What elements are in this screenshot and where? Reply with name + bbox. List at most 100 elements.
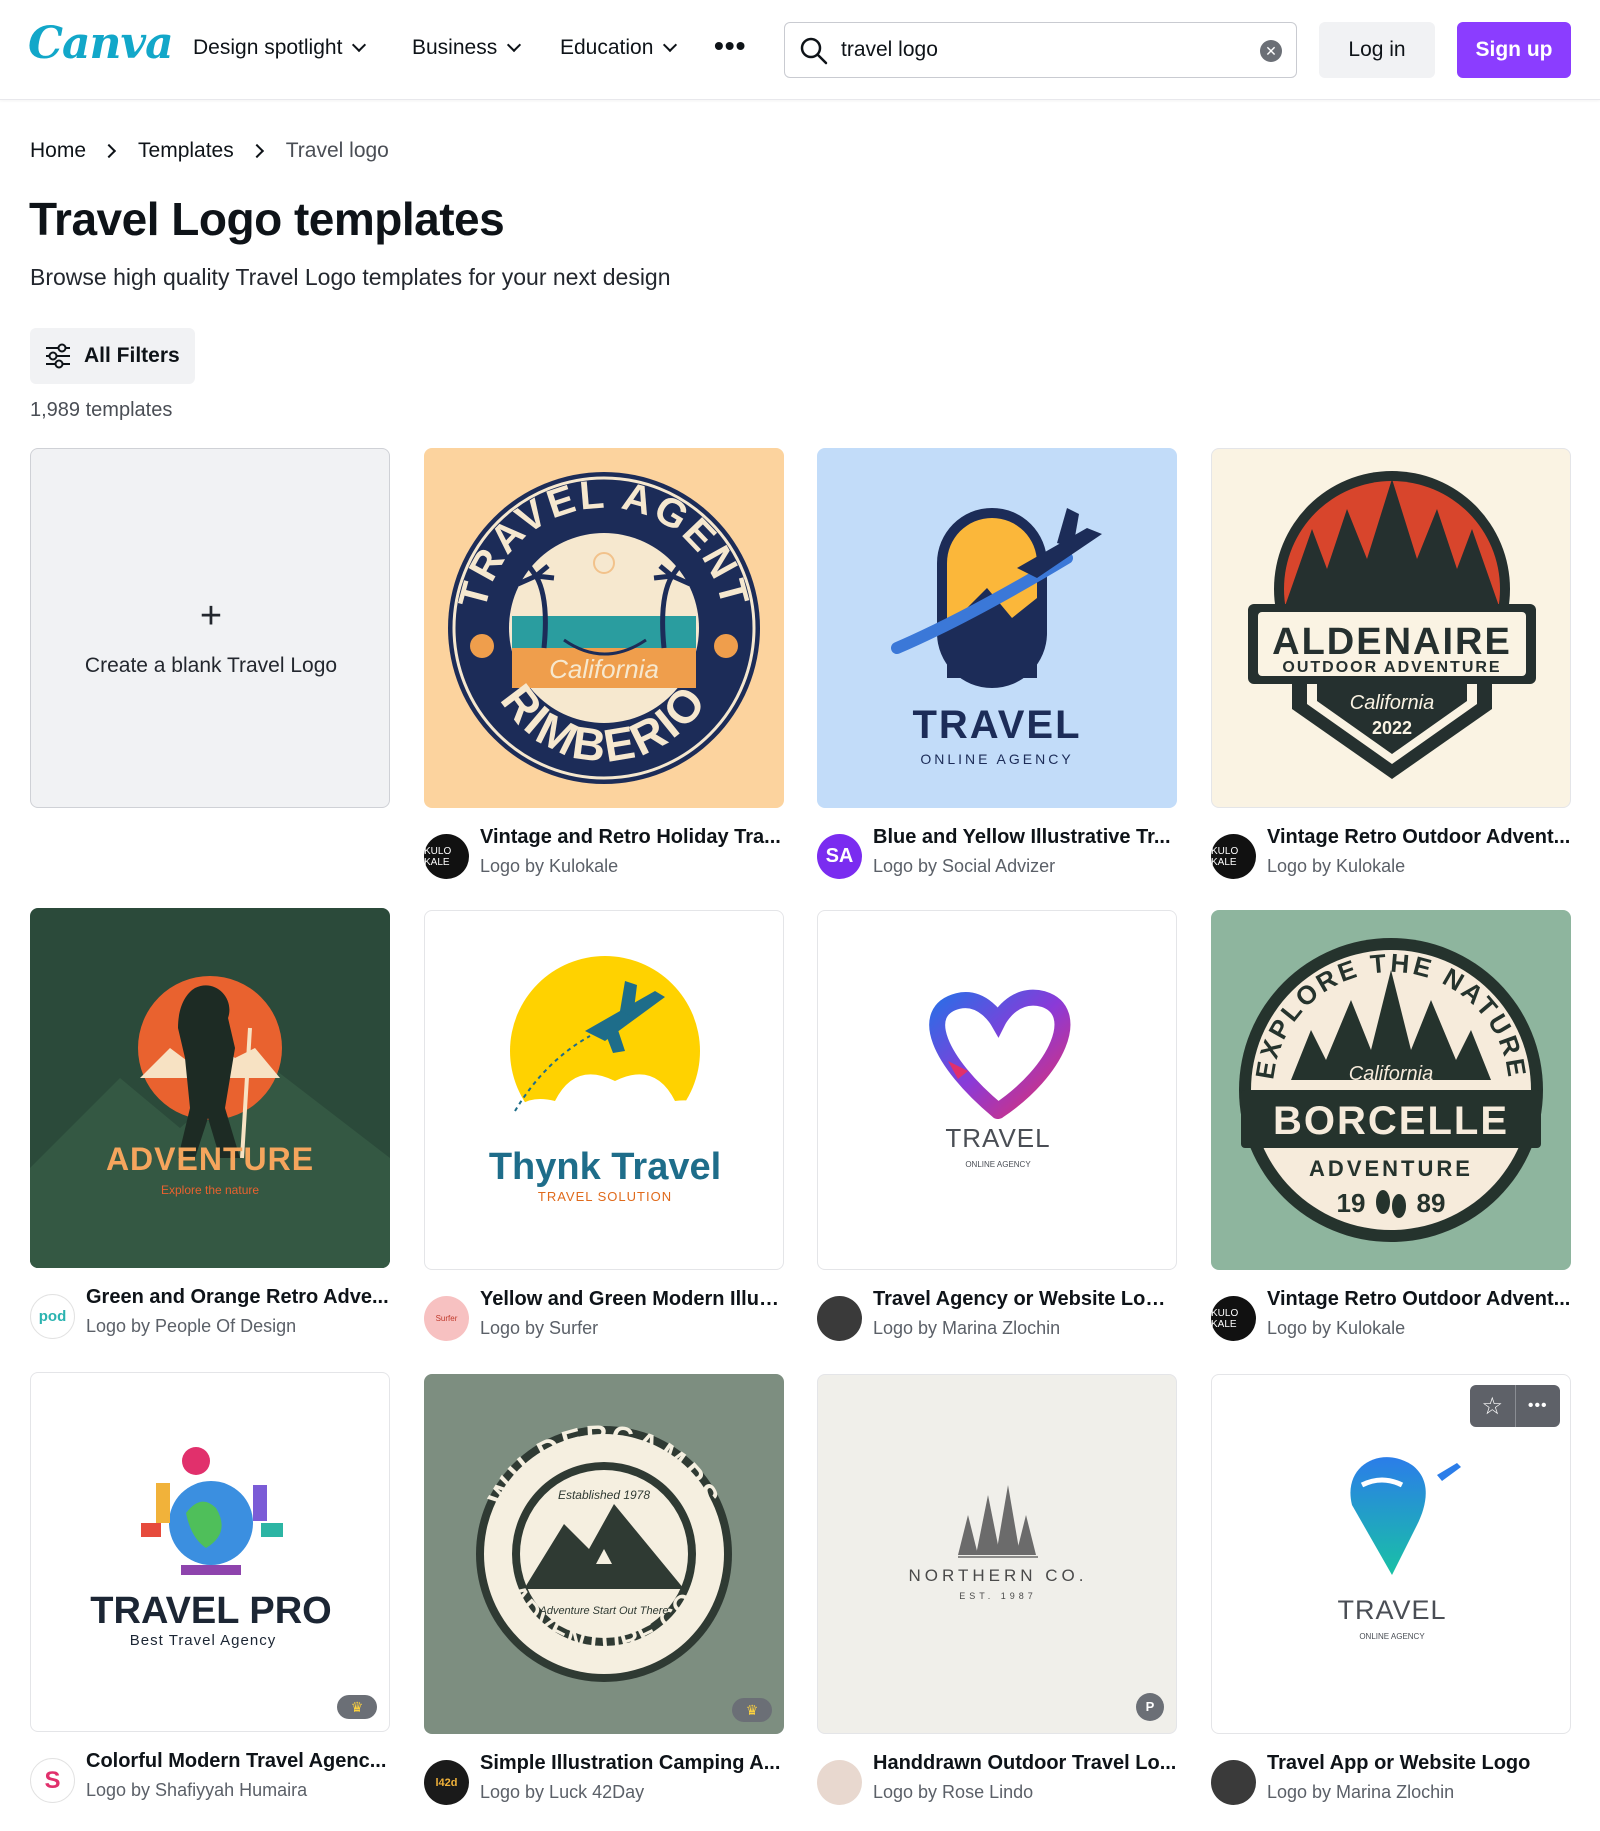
- logo-sub-text: ONLINE AGENCY: [1359, 1632, 1425, 1641]
- signup-button[interactable]: Sign up: [1457, 22, 1571, 78]
- template-title[interactable]: Vintage Retro Outdoor Advent...: [1267, 826, 1571, 849]
- author-avatar[interactable]: KULO KALE: [1211, 1296, 1256, 1341]
- paid-badge-icon: P: [1136, 1693, 1164, 1721]
- author-avatar[interactable]: KULO KALE: [424, 834, 469, 879]
- template-title[interactable]: Blue and Yellow Illustrative Tr...: [873, 826, 1177, 849]
- template-title[interactable]: Colorful Modern Travel Agenc...: [86, 1750, 390, 1773]
- template-thumbnail[interactable]: TRAVEL ONLINE AGENCY ☆ •••: [1211, 1374, 1571, 1734]
- northern-co-logo: NORTHERN CO. EST. 1987: [909, 1485, 1088, 1601]
- logo-main-text: NORTHERN CO.: [909, 1566, 1088, 1585]
- template-thumbnail[interactable]: ALDENAIRE OUTDOOR ADVENTURE California 2…: [1211, 448, 1571, 808]
- logo-sub-text: OUTDOOR ADVENTURE: [1282, 659, 1501, 676]
- logo-year-b: 89: [1417, 1188, 1446, 1218]
- star-icon[interactable]: ☆: [1470, 1385, 1515, 1427]
- more-options-icon[interactable]: •••: [1514, 1385, 1561, 1427]
- template-meta: SA Blue and Yellow Illustrative Tr... Lo…: [817, 822, 1177, 882]
- heart-travel-logo: TRAVEL ONLINE AGENCY: [929, 989, 1071, 1169]
- template-meta: KULO KALE Vintage and Retro Holiday Tra.…: [424, 822, 784, 882]
- template-author[interactable]: Logo by Kulokale: [1267, 1318, 1405, 1339]
- top-bar: Canva Design spotlight Business Educatio…: [0, 0, 1600, 100]
- template-author[interactable]: Logo by Marina Zlochin: [1267, 1782, 1454, 1803]
- logo-main-text: ADVENTURE: [106, 1141, 314, 1177]
- template-title[interactable]: Vintage and Retro Holiday Tra...: [480, 826, 784, 849]
- template-thumbnail[interactable]: EXPLORE THE NATURE California BORCELLE A…: [1211, 910, 1571, 1270]
- template-title[interactable]: Handdrawn Outdoor Travel Lo...: [873, 1752, 1177, 1775]
- template-meta: Travel Agency or Website Logo... Logo by…: [817, 1284, 1177, 1344]
- logo-sub-text: ONLINE AGENCY: [965, 1160, 1031, 1169]
- template-title[interactable]: Simple Illustration Camping A...: [480, 1752, 784, 1775]
- template-author[interactable]: Logo by Kulokale: [480, 856, 618, 877]
- logo-script: California: [549, 654, 659, 684]
- search-input[interactable]: [841, 23, 1241, 77]
- template-author[interactable]: Logo by Social Advizer: [873, 856, 1055, 877]
- nav-label: Business: [412, 36, 498, 59]
- template-author[interactable]: Logo by People Of Design: [86, 1316, 296, 1337]
- all-filters-button[interactable]: All Filters: [30, 328, 195, 384]
- chevron-right-icon: [101, 143, 117, 159]
- more-menu-icon[interactable]: •••: [714, 30, 746, 62]
- template-title[interactable]: Green and Orange Retro Adve...: [86, 1286, 390, 1309]
- author-avatar[interactable]: l42d: [424, 1760, 469, 1805]
- login-button[interactable]: Log in: [1319, 22, 1435, 78]
- logo-main-text: TRAVEL: [912, 703, 1081, 747]
- author-avatar[interactable]: S: [30, 1758, 75, 1803]
- template-author[interactable]: Logo by Luck 42Day: [480, 1782, 644, 1803]
- logo-sub-text: TRAVEL SOLUTION: [538, 1189, 672, 1204]
- template-author[interactable]: Logo by Rose Lindo: [873, 1782, 1033, 1803]
- author-avatar[interactable]: pod: [30, 1294, 75, 1339]
- template-author[interactable]: Logo by Surfer: [480, 1318, 598, 1339]
- logo-script: California: [1349, 1063, 1433, 1085]
- wildercamps-badge-logo: WILDERCAMPS ADVENTURE CO. Established 19…: [476, 1420, 732, 1682]
- logo-main-text: ALDENAIRE: [1272, 621, 1512, 663]
- template-author[interactable]: Logo by Shafiyyah Humaira: [86, 1780, 307, 1801]
- template-thumbnail[interactable]: TRAVEL ONLINE AGENCY: [817, 448, 1177, 808]
- author-avatar[interactable]: [1211, 1760, 1256, 1805]
- page-title: Travel Logo templates: [29, 193, 505, 245]
- template-thumbnail[interactable]: WILDERCAMPS ADVENTURE CO. Established 19…: [424, 1374, 784, 1734]
- search-icon: [800, 37, 828, 65]
- hover-actions: ☆ •••: [1470, 1385, 1560, 1427]
- logo-est-text: Established 1978: [558, 1488, 650, 1502]
- template-title[interactable]: Travel Agency or Website Logo...: [873, 1288, 1177, 1311]
- nav-business[interactable]: Business: [412, 36, 522, 60]
- template-thumbnail[interactable]: TRAVEL ONLINE AGENCY: [817, 910, 1177, 1270]
- author-avatar[interactable]: KULO KALE: [1211, 834, 1256, 879]
- author-avatar[interactable]: [817, 1760, 862, 1805]
- logo-main-text: Thynk Travel: [489, 1146, 721, 1188]
- template-author[interactable]: Logo by Marina Zlochin: [873, 1318, 1060, 1339]
- chevron-down-icon: [507, 37, 522, 53]
- canva-logo[interactable]: Canva: [28, 18, 174, 69]
- template-thumbnail[interactable]: ADVENTURE Explore the nature: [30, 908, 390, 1268]
- template-title[interactable]: Yellow and Green Modern Illus...: [480, 1288, 784, 1311]
- author-avatar[interactable]: [817, 1296, 862, 1341]
- filter-sliders-icon: [46, 343, 70, 369]
- logo-sub-text: Explore the nature: [161, 1183, 259, 1197]
- logo-sub-text: ONLINE AGENCY: [920, 751, 1073, 767]
- clear-search-icon[interactable]: ✕: [1260, 40, 1282, 62]
- logo-sub-text: EST. 1987: [959, 1591, 1037, 1601]
- author-avatar[interactable]: SA: [817, 834, 862, 879]
- template-thumbnail[interactable]: TRAVEL PRO Best Travel Agency ♛: [30, 1372, 390, 1732]
- template-meta: KULO KALE Vintage Retro Outdoor Advent..…: [1211, 822, 1571, 882]
- logo-main-text: TRAVEL: [945, 1123, 1050, 1153]
- template-thumbnail[interactable]: TRAVEL AGENT RIMBERIO California: [424, 448, 784, 808]
- author-avatar[interactable]: Surfer: [424, 1296, 469, 1341]
- template-thumbnail[interactable]: NORTHERN CO. EST. 1987 P: [817, 1374, 1177, 1734]
- template-title[interactable]: Travel App or Website Logo: [1267, 1752, 1571, 1775]
- aldenaire-badge-logo: ALDENAIRE OUTDOOR ADVENTURE California 2…: [1248, 471, 1536, 779]
- nav-design-spotlight[interactable]: Design spotlight: [193, 36, 367, 60]
- search-box[interactable]: ✕: [784, 22, 1297, 78]
- page-subtitle: Browse high quality Travel Logo template…: [30, 264, 671, 290]
- breadcrumb: Home Templates Travel logo: [30, 139, 389, 163]
- travel-agent-badge-logo: TRAVEL AGENT RIMBERIO California: [448, 472, 760, 784]
- template-thumbnail[interactable]: Thynk Travel TRAVEL SOLUTION: [424, 910, 784, 1270]
- breadcrumb-home[interactable]: Home: [30, 139, 86, 163]
- template-author[interactable]: Logo by Kulokale: [1267, 856, 1405, 877]
- template-meta: pod Green and Orange Retro Adve... Logo …: [30, 1282, 390, 1342]
- template-meta: Handdrawn Outdoor Travel Lo... Logo by R…: [817, 1748, 1177, 1808]
- blank-thumbnail[interactable]: + Create a blank Travel Logo: [30, 448, 390, 808]
- template-title[interactable]: Vintage Retro Outdoor Advent...: [1267, 1288, 1571, 1311]
- nav-education[interactable]: Education: [560, 36, 678, 60]
- logo-sub-text: Best Travel Agency: [130, 1632, 276, 1649]
- breadcrumb-templates[interactable]: Templates: [138, 139, 234, 163]
